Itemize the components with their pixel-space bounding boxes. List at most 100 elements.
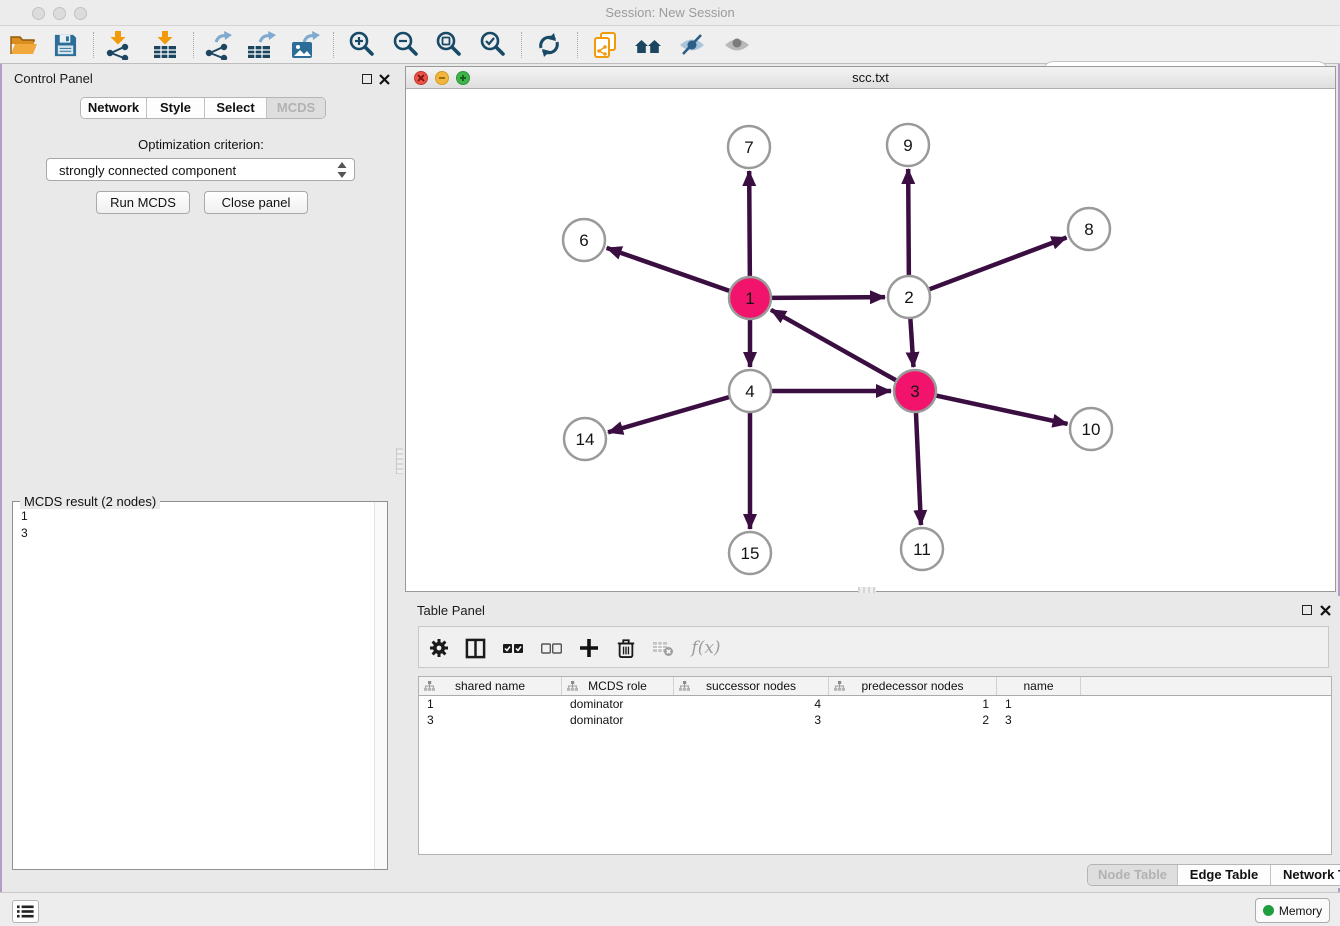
- table-panel-header: Table Panel: [405, 596, 1340, 624]
- status-bar: Memory: [0, 892, 1340, 926]
- tab-edge-table[interactable]: Edge Table: [1178, 865, 1271, 885]
- column-header-predecessor-nodes[interactable]: predecessor nodes: [829, 677, 997, 695]
- hierarchy-icon: [834, 681, 845, 691]
- window-titlebar: Session: New Session: [0, 0, 1340, 26]
- zoom-out-icon[interactable]: [391, 30, 421, 60]
- export-image-icon[interactable]: [290, 30, 320, 60]
- graph-edge-3-1[interactable]: [771, 310, 897, 381]
- add-column-icon[interactable]: [576, 635, 602, 661]
- select-all-columns-icon[interactable]: [500, 635, 526, 661]
- tab-network[interactable]: Network: [81, 98, 147, 118]
- memory-status-dot: [1263, 905, 1274, 916]
- hierarchy-icon: [424, 681, 435, 691]
- table-tabs: Node Table Edge Table Network Table Moti…: [1087, 864, 1340, 886]
- mcds-result-title: MCDS result (2 nodes): [20, 494, 160, 509]
- export-table-icon[interactable]: [246, 30, 276, 60]
- result-scrollbar[interactable]: [374, 502, 387, 869]
- control-panel-title: Control Panel: [14, 71, 93, 86]
- graph-node-label: 11: [913, 540, 931, 559]
- graph-node-label: 10: [1082, 420, 1101, 439]
- toolbar-separator: [577, 32, 578, 58]
- combo-stepper-icon: [337, 162, 347, 178]
- table-cell: 3: [419, 712, 562, 728]
- tab-select[interactable]: Select: [205, 98, 267, 118]
- function-builder-icon[interactable]: f(x): [687, 635, 725, 661]
- control-panel-tabs: Network Style Select MCDS: [80, 97, 326, 119]
- tab-node-table[interactable]: Node Table: [1088, 865, 1178, 885]
- graph-edge-3-10[interactable]: [936, 395, 1068, 424]
- column-header-mcds-role[interactable]: MCDS role: [562, 677, 674, 695]
- tab-mcds[interactable]: MCDS: [267, 98, 325, 118]
- optimization-criterion-select[interactable]: strongly connected component: [46, 158, 355, 181]
- import-table-icon[interactable]: [150, 30, 180, 60]
- network-window-titlebar[interactable]: scc.txt: [406, 67, 1335, 89]
- column-header-shared-name[interactable]: shared name: [419, 677, 562, 695]
- graph-edge-2-9[interactable]: [908, 169, 909, 276]
- graph-node-label: 1: [745, 289, 754, 308]
- panel-splitter-grip[interactable]: [858, 587, 876, 593]
- graph-edge-1-6[interactable]: [607, 248, 731, 291]
- memory-button[interactable]: Memory: [1255, 898, 1330, 923]
- main-toolbar: [0, 26, 1340, 64]
- panel-splitter-grip[interactable]: [396, 448, 403, 474]
- zoom-selected-icon[interactable]: [478, 30, 508, 60]
- table-header-row: shared name MCDS role successor nodes pr…: [419, 677, 1331, 696]
- graph-edge-2-3[interactable]: [910, 318, 913, 367]
- float-panel-icon[interactable]: [1302, 605, 1312, 615]
- zoom-in-icon[interactable]: [347, 30, 377, 60]
- hierarchy-icon: [567, 681, 578, 691]
- table-toolbar: f(x): [418, 626, 1329, 668]
- close-panel-icon[interactable]: [379, 74, 390, 85]
- first-neighbors-icon[interactable]: [633, 30, 663, 60]
- graph-edge-2-8[interactable]: [929, 237, 1067, 289]
- tab-style[interactable]: Style: [147, 98, 205, 118]
- run-mcds-button[interactable]: Run MCDS: [96, 191, 190, 214]
- graph-edge-4-14[interactable]: [608, 397, 730, 432]
- graph-node-label: 2: [904, 288, 913, 307]
- column-header-name[interactable]: name: [997, 677, 1081, 695]
- list-icon: [17, 905, 34, 918]
- toolbar-separator: [193, 32, 194, 58]
- graph-node-label: 15: [741, 544, 760, 563]
- graph-node-label: 3: [910, 382, 919, 401]
- delete-table-icon[interactable]: [650, 635, 676, 661]
- table-cell: 2: [829, 712, 997, 728]
- table-row[interactable]: 3dominator323: [419, 712, 1331, 728]
- hierarchy-icon: [679, 681, 690, 691]
- save-session-icon[interactable]: [50, 30, 80, 60]
- control-panel-header: Control Panel: [2, 64, 400, 92]
- tab-network-table[interactable]: Network Table: [1271, 865, 1340, 885]
- graph-edge-1-7[interactable]: [749, 171, 750, 277]
- table-cell: dominator: [562, 712, 674, 728]
- show-all-icon[interactable]: [722, 30, 752, 60]
- table-row[interactable]: 1dominator411: [419, 696, 1331, 712]
- table-cell: 3: [674, 712, 829, 728]
- toolbar-separator: [333, 32, 334, 58]
- task-history-button[interactable]: [12, 900, 39, 923]
- close-panel-icon[interactable]: [1320, 605, 1331, 616]
- toolbar-separator: [93, 32, 94, 58]
- clone-network-icon[interactable]: [590, 30, 620, 60]
- open-session-icon[interactable]: [8, 30, 38, 60]
- column-header-successor-nodes[interactable]: successor nodes: [674, 677, 829, 695]
- graph-canvas[interactable]: 7968124314101511: [406, 89, 1335, 591]
- graph-edge-3-11[interactable]: [916, 412, 921, 525]
- network-canvas[interactable]: 7968124314101511: [406, 89, 1335, 591]
- toolbar-separator: [521, 32, 522, 58]
- hide-selected-icon[interactable]: [677, 30, 707, 60]
- delete-column-trash-icon[interactable]: [613, 635, 639, 661]
- deselect-all-columns-icon[interactable]: [538, 635, 564, 661]
- settings-gear-icon[interactable]: [426, 635, 452, 661]
- table-cell: 3: [997, 712, 1081, 728]
- import-network-icon[interactable]: [103, 30, 133, 60]
- float-panel-icon[interactable]: [362, 74, 372, 84]
- apply-layout-icon[interactable]: [534, 30, 564, 60]
- export-network-icon[interactable]: [203, 30, 233, 60]
- close-panel-button[interactable]: Close panel: [204, 191, 308, 214]
- graph-node-label: 7: [744, 138, 753, 157]
- graph-edge-1-2[interactable]: [771, 297, 885, 298]
- columns-icon[interactable]: [462, 635, 488, 661]
- table-cell: 4: [674, 696, 829, 712]
- optimization-criterion-label: Optimization criterion:: [2, 137, 400, 152]
- zoom-fit-icon[interactable]: [434, 30, 464, 60]
